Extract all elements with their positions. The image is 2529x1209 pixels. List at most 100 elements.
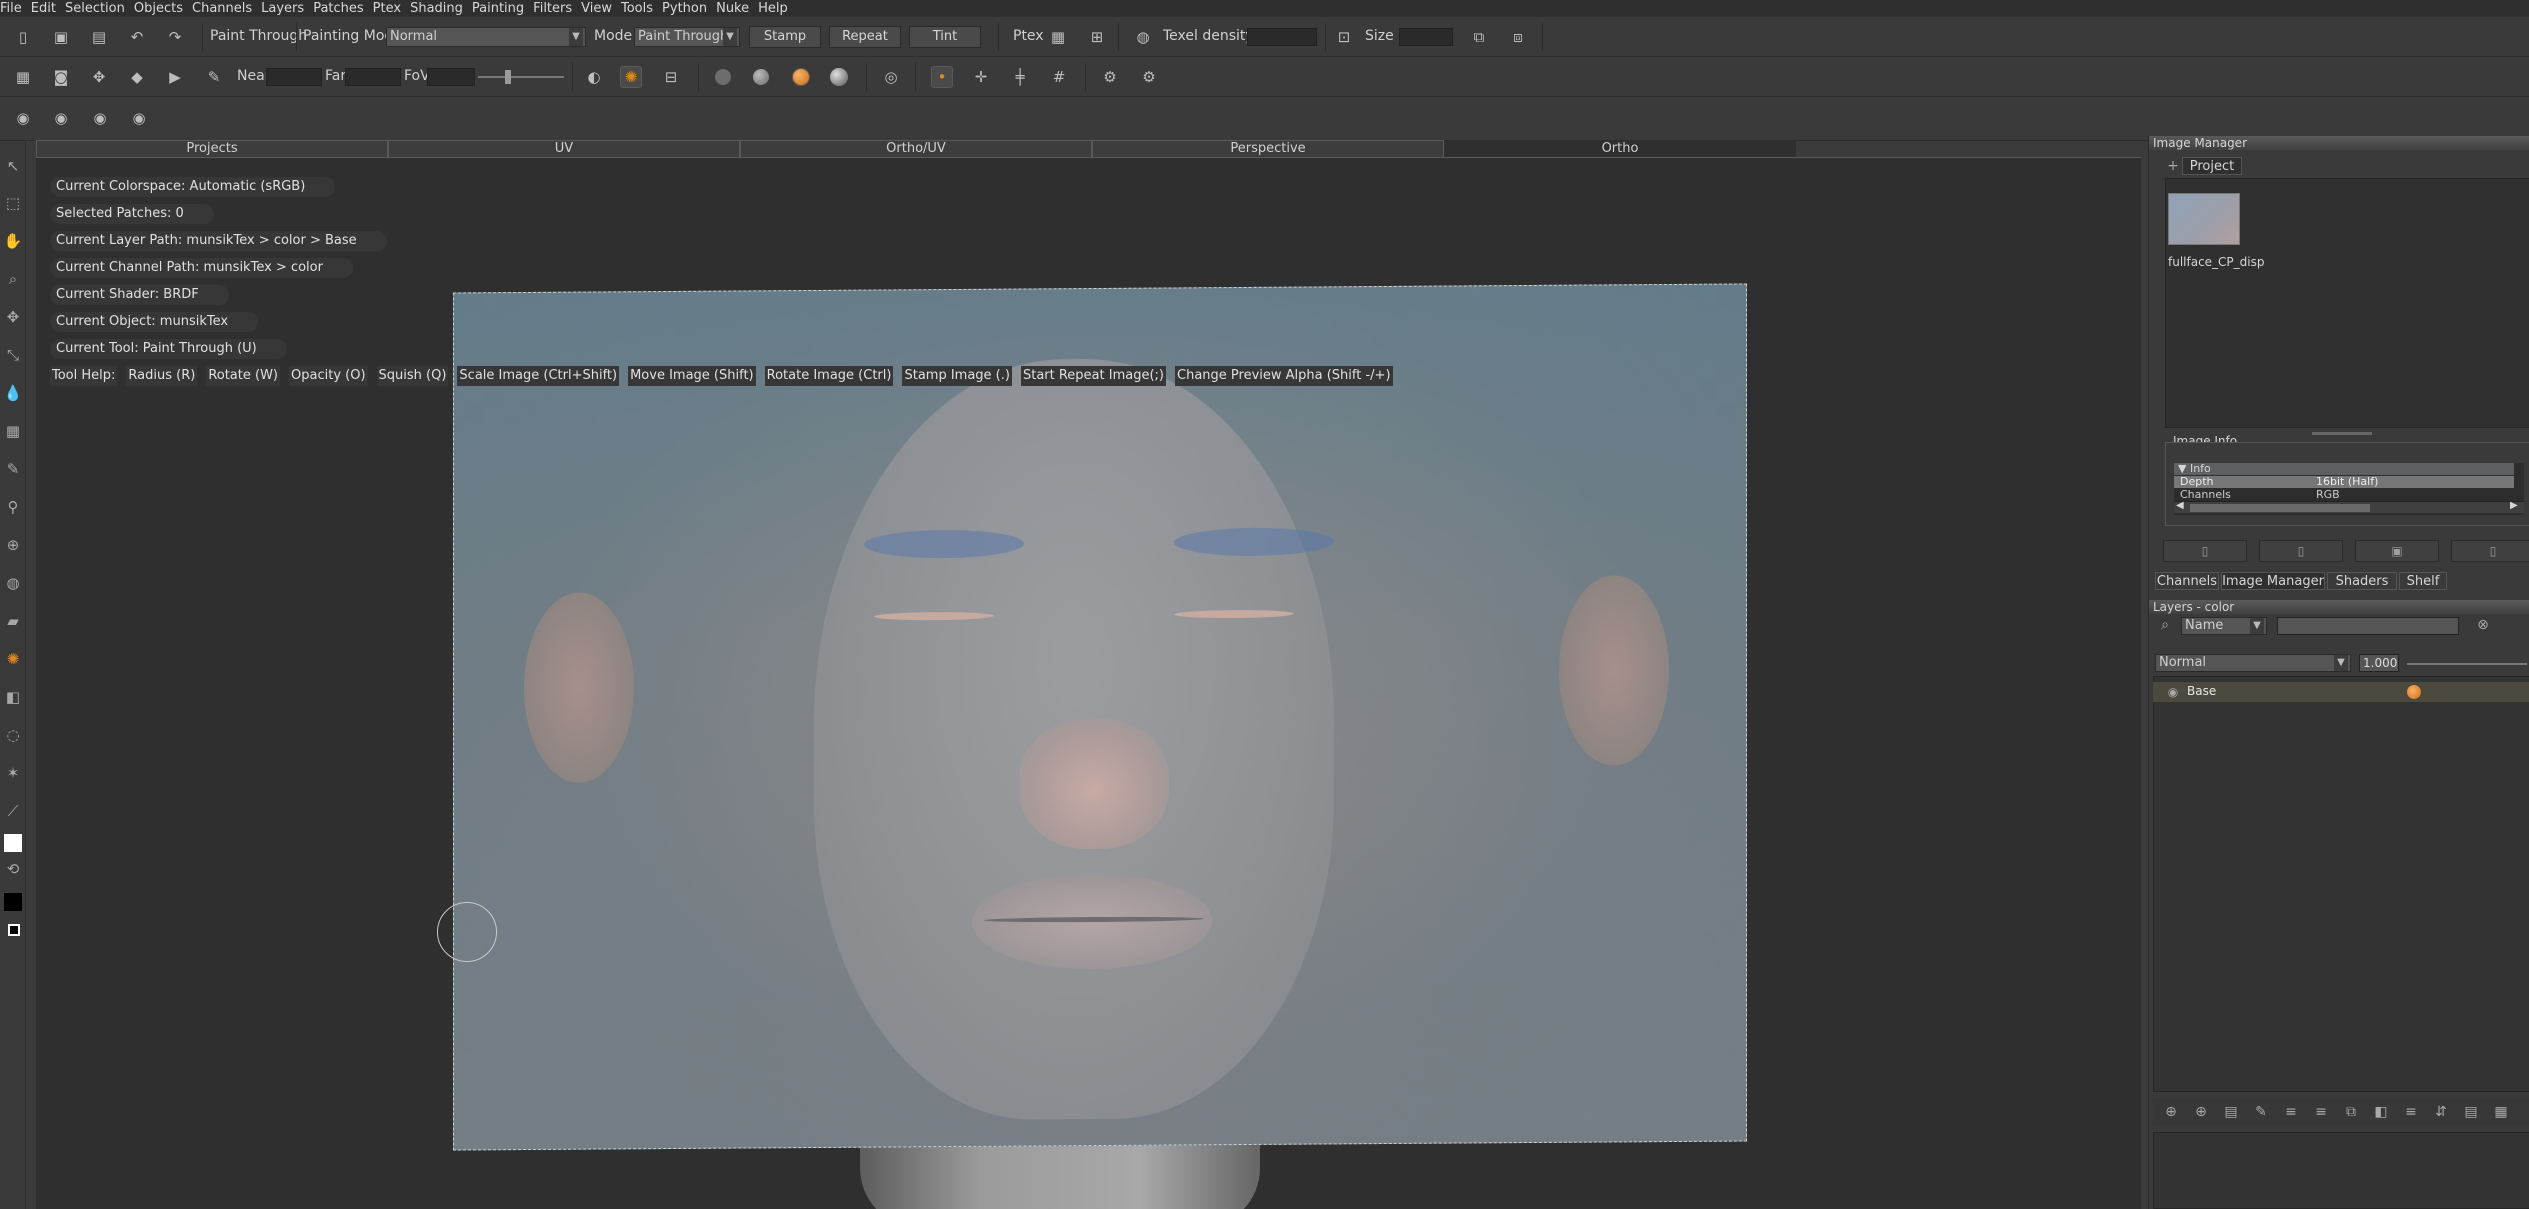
menu-objects[interactable]: Objects bbox=[134, 1, 192, 16]
add-layer-icon[interactable]: ⊕ bbox=[2161, 1102, 2181, 1122]
new-file-icon[interactable]: ▯ bbox=[12, 26, 34, 48]
add-group-icon[interactable]: ▤ bbox=[2221, 1102, 2241, 1122]
move-horizontal-icon[interactable]: ✛ bbox=[970, 66, 992, 88]
grid-snap-icon[interactable]: # bbox=[1048, 66, 1070, 88]
add-adjustment-icon[interactable]: ⊕ bbox=[2191, 1102, 2211, 1122]
menu-edit[interactable]: Edit bbox=[31, 1, 65, 16]
menu-patches[interactable]: Patches bbox=[313, 1, 372, 16]
zoom-tool-icon[interactable]: ⌕ bbox=[3, 269, 23, 289]
tab-ortho[interactable]: Ortho bbox=[1444, 140, 1796, 157]
scrollbar-thumb[interactable] bbox=[2190, 504, 2370, 512]
fit-size-icon[interactable]: ⊡ bbox=[1333, 26, 1355, 48]
stamp-button[interactable]: Stamp bbox=[749, 26, 821, 48]
tab-channels[interactable]: Channels bbox=[2155, 572, 2219, 590]
full-shading-icon[interactable] bbox=[792, 68, 810, 86]
menu-layers[interactable]: Layers bbox=[261, 1, 313, 16]
blur-tool-icon[interactable]: ◌ bbox=[3, 725, 23, 745]
center-icon[interactable]: ╪ bbox=[1009, 66, 1031, 88]
layer-list[interactable] bbox=[2153, 676, 2529, 1092]
fov-slider-handle[interactable] bbox=[505, 70, 511, 84]
snap-icon[interactable]: ✥ bbox=[88, 66, 110, 88]
load-image-button[interactable]: ▯ bbox=[2259, 540, 2343, 562]
open-file-icon[interactable]: ▣ bbox=[50, 26, 72, 48]
flat-shading-icon[interactable] bbox=[715, 69, 731, 85]
cube-icon[interactable]: ◆ bbox=[126, 66, 148, 88]
tab-projects[interactable]: Projects bbox=[36, 140, 388, 157]
lit-shading-icon[interactable] bbox=[753, 69, 769, 85]
scroll-right-icon[interactable]: ▶ bbox=[2510, 500, 2518, 511]
eraser-tool-icon[interactable]: ▰ bbox=[3, 611, 23, 631]
menu-filters[interactable]: Filters bbox=[533, 1, 581, 16]
layer-options-icon[interactable]: ≡ bbox=[2401, 1102, 2421, 1122]
point-icon[interactable]: • bbox=[931, 66, 953, 88]
repeat-button[interactable]: Repeat bbox=[829, 26, 901, 48]
far-field[interactable] bbox=[345, 68, 401, 86]
swap-colors-icon[interactable]: ⟲ bbox=[3, 859, 23, 879]
gradient-tool-icon[interactable]: ◧ bbox=[3, 687, 23, 707]
mask-layer-icon[interactable]: ◧ bbox=[2371, 1102, 2391, 1122]
undo-icon[interactable]: ↶ bbox=[126, 26, 148, 48]
fov-field[interactable] bbox=[427, 68, 475, 86]
near-field[interactable] bbox=[266, 68, 322, 86]
camera-icon[interactable]: ◙ bbox=[50, 66, 72, 88]
transform-tool-icon[interactable]: ⤡ bbox=[3, 345, 23, 365]
hand-tool-icon[interactable]: ✋ bbox=[3, 231, 23, 251]
painting-mode-select[interactable]: Normal ▼ bbox=[386, 27, 586, 47]
brush-tool-icon[interactable]: ✎ bbox=[3, 459, 23, 479]
mask-icon[interactable]: ◐ bbox=[583, 66, 605, 88]
fov-slider[interactable] bbox=[478, 76, 564, 78]
menu-shading[interactable]: Shading bbox=[410, 1, 472, 16]
move-layer-icon[interactable]: ⇵ bbox=[2431, 1102, 2451, 1122]
menu-nuke[interactable]: Nuke bbox=[716, 1, 758, 16]
menu-channels[interactable]: Channels bbox=[192, 1, 261, 16]
clear-filter-icon[interactable]: ⊗ bbox=[2473, 615, 2493, 635]
camera-grid-icon[interactable]: ▦ bbox=[12, 66, 34, 88]
delete-image-button[interactable]: ▯ bbox=[2451, 540, 2529, 562]
opacity-slider[interactable] bbox=[2407, 663, 2527, 665]
paint-through-icon[interactable]: ✺ bbox=[620, 66, 642, 88]
menu-painting[interactable]: Painting bbox=[472, 1, 533, 16]
eye-icon[interactable]: ◉ bbox=[2163, 682, 2183, 702]
size-field[interactable] bbox=[1399, 28, 1453, 46]
eye-hidden-icon[interactable]: ◉ bbox=[89, 107, 111, 129]
eye-layer-icon[interactable]: ◉ bbox=[12, 107, 34, 129]
sharpen-tool-icon[interactable]: ✶ bbox=[3, 763, 23, 783]
new-image-button[interactable]: ▯ bbox=[2163, 540, 2247, 562]
tab-image-manager[interactable]: Image Manager bbox=[2221, 572, 2325, 590]
copy-layer-icon[interactable]: ⧉ bbox=[1468, 26, 1490, 48]
redo-icon[interactable]: ↷ bbox=[164, 26, 186, 48]
tab-shaders[interactable]: Shaders bbox=[2327, 572, 2397, 590]
paste-layer-icon[interactable]: ⧈ bbox=[1507, 26, 1529, 48]
paint-through-tool-icon[interactable]: ✺ bbox=[3, 649, 23, 669]
add-tab-icon[interactable]: + bbox=[2163, 156, 2183, 176]
select-tool-icon[interactable]: ↖ bbox=[3, 156, 23, 176]
menu-help[interactable]: Help bbox=[758, 1, 797, 16]
splitter-handle[interactable] bbox=[2312, 432, 2372, 435]
menu-selection[interactable]: Selection bbox=[65, 1, 134, 16]
layer-row-base[interactable]: ◉ Base bbox=[2153, 682, 2529, 702]
projection-image[interactable] bbox=[453, 283, 1747, 1151]
tab-uv[interactable]: UV bbox=[388, 140, 740, 157]
texel-density-field[interactable] bbox=[1247, 28, 1317, 46]
drop-tool-icon[interactable]: 💧 bbox=[3, 383, 23, 403]
mode-select[interactable]: Paint Through ▼ bbox=[634, 27, 740, 47]
clone-tool-icon[interactable]: ⊕ bbox=[3, 535, 23, 555]
foreground-color-swatch[interactable] bbox=[4, 834, 22, 852]
tab-ortho-uv[interactable]: Ortho/UV bbox=[740, 140, 1092, 157]
viewport[interactable]: Current Colorspace: Automatic (sRGB) Sel… bbox=[36, 158, 2141, 1209]
globe-icon[interactable]: ◍ bbox=[1132, 26, 1154, 48]
menu-ptex[interactable]: Ptex bbox=[373, 1, 410, 16]
reload-image-button[interactable]: ▣ bbox=[2355, 540, 2439, 562]
tab-shelf[interactable]: Shelf bbox=[2399, 572, 2447, 590]
image-thumbnail[interactable] bbox=[2168, 193, 2240, 245]
layer-filter-select[interactable]: Name ▼ bbox=[2181, 617, 2267, 635]
grid-tool-icon[interactable]: ▦ bbox=[3, 421, 23, 441]
layer-list-icon[interactable]: ▤ bbox=[2461, 1102, 2481, 1122]
specular-shading-icon[interactable] bbox=[830, 68, 848, 86]
play-icon[interactable]: ▶ bbox=[164, 66, 186, 88]
duplicate-layer-icon[interactable]: ⧉ bbox=[2341, 1102, 2361, 1122]
add-paint-layer-icon[interactable]: ✎ bbox=[2251, 1102, 2271, 1122]
flatten-icon[interactable]: ≡ bbox=[2311, 1102, 2331, 1122]
menu-file[interactable]: File bbox=[0, 1, 31, 16]
save-file-icon[interactable]: ▤ bbox=[88, 26, 110, 48]
